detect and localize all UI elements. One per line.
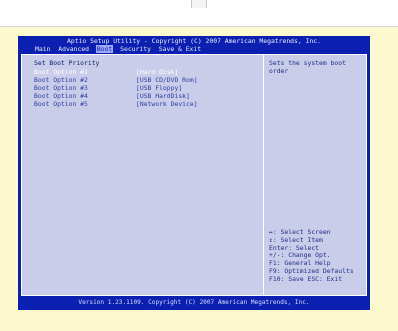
boot-option-1-label: Boot Option #1 (34, 68, 88, 76)
boot-option-1-value[interactable]: [Hard Disk] (136, 68, 178, 76)
boot-options-panel: Set Boot Priority Boot Option #1 [Hard D… (34, 59, 198, 108)
tab-advanced[interactable]: Advanced (57, 45, 90, 53)
tab-save-exit[interactable]: Save & Exit (158, 45, 202, 53)
top-notch-decoration (191, 0, 207, 8)
key-save-exit: F10: Save ESC: Exit (269, 274, 343, 283)
tab-bar: Main Advanced Boot Security Save & Exit (34, 45, 204, 53)
bios-header: Aptio Setup Utility - Copyright (C) 2007… (18, 36, 370, 53)
section-title: Set Boot Priority (34, 59, 100, 67)
boot-option-2-value[interactable]: [USB CD/DVD Rom] (136, 76, 198, 84)
tab-security[interactable]: Security (119, 45, 152, 53)
boot-option-1[interactable]: Boot Option #1 [Hard Disk] (34, 68, 178, 76)
help-text: Sets the system boot order (269, 59, 346, 75)
boot-option-2-label: Boot Option #2 (34, 76, 88, 84)
boot-option-2[interactable]: Boot Option #2 [USB CD/DVD Rom] (34, 76, 198, 84)
key-legend: ↔: Select Screen ↕: Select Item Enter: S… (269, 228, 364, 284)
boot-option-4-value[interactable]: [USB HardDisk] (136, 92, 190, 100)
boot-option-3-value[interactable]: [USB Floppy] (136, 84, 182, 92)
boot-option-4-label: Boot Option #4 (34, 92, 88, 100)
panel-divider (263, 55, 264, 295)
boot-option-4[interactable]: Boot Option #4 [USB HardDisk] (34, 92, 190, 100)
bios-content-panel: Set Boot Priority Boot Option #1 [Hard D… (21, 54, 367, 296)
boot-option-5-value[interactable]: [Network Device] (136, 100, 198, 108)
bios-window: Aptio Setup Utility - Copyright (C) 2007… (18, 36, 370, 310)
boot-option-3[interactable]: Boot Option #3 [USB Floppy] (34, 84, 182, 92)
bios-title: Aptio Setup Utility - Copyright (C) 2007… (67, 37, 321, 45)
boot-option-3-label: Boot Option #3 (34, 84, 88, 92)
tab-boot[interactable]: Boot (95, 45, 114, 53)
boot-option-5-label: Boot Option #5 (34, 100, 88, 108)
top-white-strip (0, 0, 398, 27)
boot-option-5[interactable]: Boot Option #5 [Network Device] (34, 100, 198, 108)
bios-footer: Version 1.23.1109. Copyright (C) 2007 Am… (78, 299, 310, 306)
tab-main[interactable]: Main (34, 45, 51, 53)
